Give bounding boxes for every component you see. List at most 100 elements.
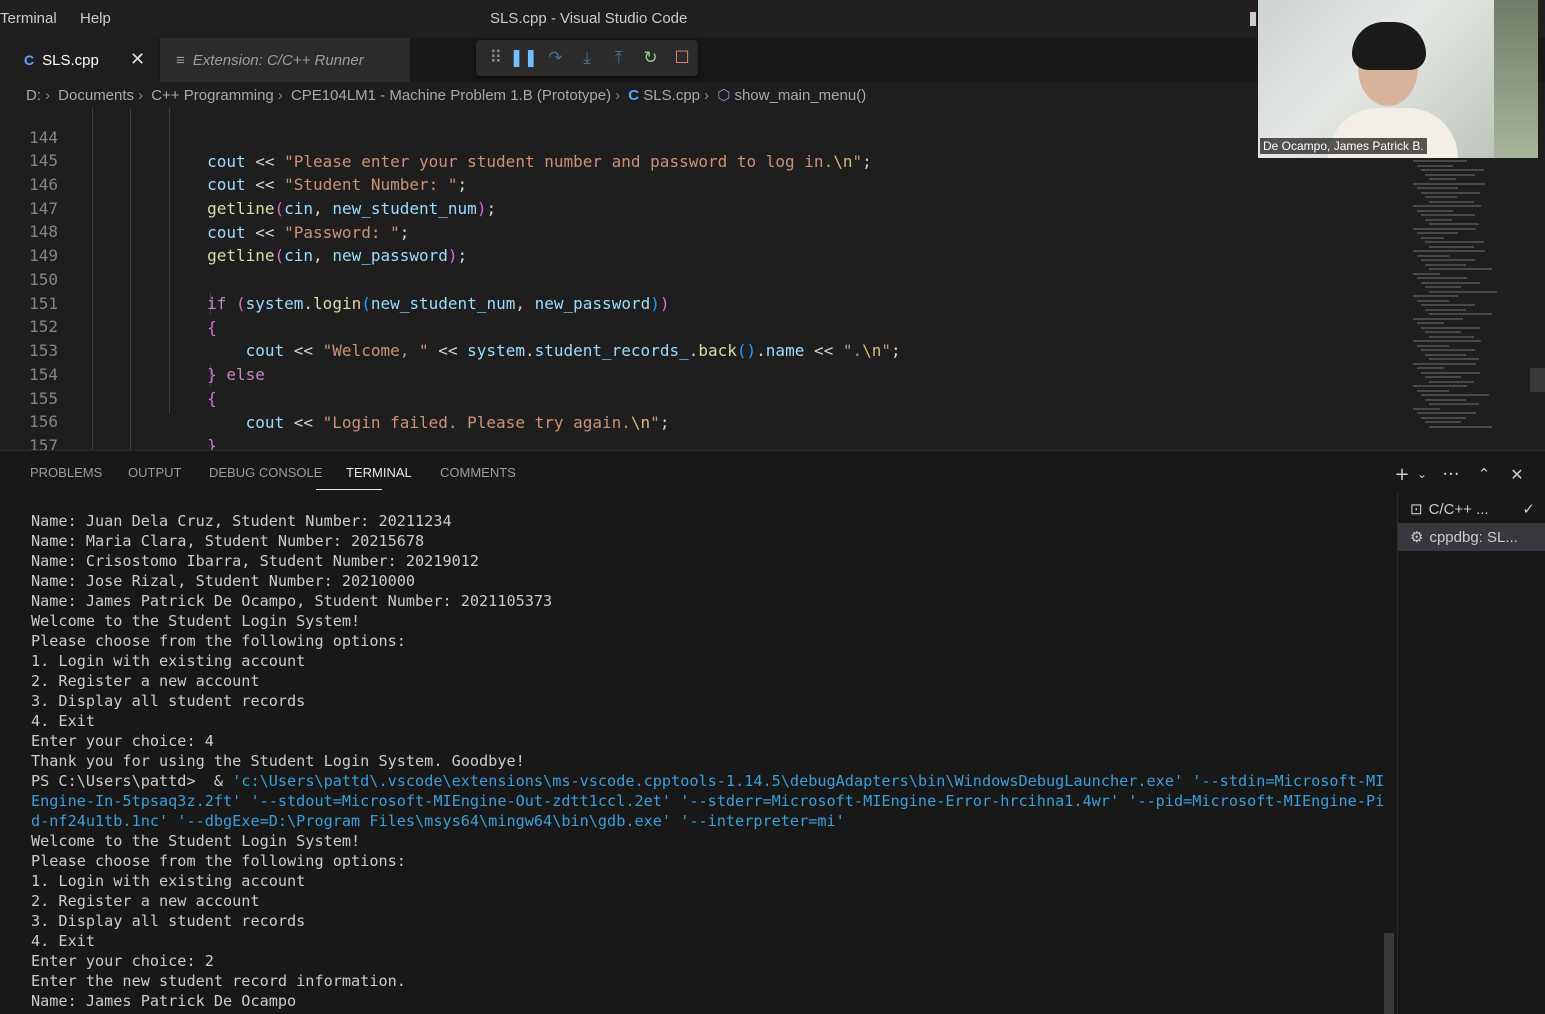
more-actions-icon[interactable]: ··· [1432, 464, 1470, 485]
step-over-icon[interactable]: ↷ [539, 44, 571, 72]
minimap[interactable] [1405, 160, 1525, 440]
active-tab-indicator [316, 489, 382, 490]
minimap-line [1417, 389, 1449, 392]
minimap-line [1417, 254, 1449, 257]
minimap-line [1429, 425, 1492, 428]
check-icon: ✓ [1522, 501, 1535, 518]
terminal-line: Thank you for using the Student Login Sy… [31, 752, 525, 770]
code-line: 148 getline(cin, new_password); [29, 222, 468, 265]
minimap-line [1413, 250, 1485, 252]
extension-icon: ≡ [176, 51, 185, 69]
editor-scrollbar[interactable] [1530, 108, 1545, 450]
step-out-icon[interactable]: ⤒ [603, 44, 635, 72]
terminal-line: Name: James Patrick De Ocampo, Student N… [31, 592, 553, 610]
breadcrumb-item[interactable]: D: [26, 87, 41, 104]
bottom-panel: PROBLEMS OUTPUT DEBUG CONSOLE TERMINAL C… [0, 450, 1545, 1014]
pause-icon[interactable]: ❚❚ [508, 44, 540, 72]
close-icon[interactable]: ✕ [130, 49, 145, 70]
minimap-line [1417, 277, 1467, 279]
terminal-line: Name: Maria Clara, Student Number: 20215… [31, 532, 425, 550]
minimap-line [1417, 209, 1453, 212]
minimap-line [1421, 281, 1480, 284]
minimap-line [1413, 295, 1458, 297]
step-into-icon[interactable]: ⤓ [571, 44, 603, 72]
cpp-file-icon: C [24, 52, 35, 68]
minimap-line [1421, 394, 1489, 396]
tab-output[interactable]: OUTPUT [128, 465, 181, 480]
breadcrumb-item[interactable]: CPE104LM1 - Machine Problem 1.B (Prototy… [291, 87, 611, 104]
code-editor[interactable]: 144 cout << "Please enter your student n… [0, 108, 1530, 450]
minimap-line [1429, 313, 1492, 315]
code-line: 145 cout << "Student Number: "; [29, 151, 468, 194]
tab-label: SLS.cpp [42, 51, 99, 69]
code-line: 157 } [29, 436, 58, 450]
breadcrumb-item[interactable]: Documents [58, 87, 134, 104]
minimap-line [1429, 335, 1474, 338]
terminal-line: 1. Login with existing account [31, 872, 306, 890]
terminal-line: Welcome to the Student Login System! [31, 612, 361, 630]
cpp-file-icon: C [628, 87, 640, 104]
terminal-line: Name: Crisostomo Ibarra, Student Number:… [31, 552, 480, 570]
code-line: 149 [29, 246, 58, 265]
minimap-line [1413, 362, 1476, 365]
minimap-line [1429, 178, 1456, 180]
chevron-right-icon: › [615, 87, 621, 104]
minimap-line [1421, 236, 1444, 239]
drag-handle-icon[interactable]: ⠿ [484, 44, 508, 72]
tab-problems[interactable]: PROBLEMS [30, 465, 102, 480]
menu-terminal[interactable]: Terminal [0, 10, 57, 27]
panel-actions: + ⌄ ··· ⌃ ✕ [1392, 461, 1536, 487]
minimap-line [1421, 349, 1475, 351]
minimap-line [1413, 272, 1440, 275]
code-line: 144 cout << "Please enter your student n… [29, 128, 872, 171]
breadcrumb: D: › Documents › C++ Programming › CPE104LM… [26, 86, 866, 106]
terminal-list-item[interactable]: ⊡ C/C++ ... ✓ [1398, 495, 1545, 523]
terminal-output[interactable]: Name: Juan Dela Cruz, Student Number: 20… [31, 511, 1384, 1011]
restart-icon[interactable]: ↻ [635, 44, 667, 72]
window-control[interactable] [1250, 12, 1256, 26]
code-line: 146 getline(cin, new_student_num); [29, 175, 497, 218]
tab-terminal[interactable]: TERMINAL [346, 465, 412, 480]
tab-comments[interactable]: COMMENTS [440, 465, 516, 480]
minimap-line [1413, 317, 1463, 320]
menu-help[interactable]: Help [80, 10, 111, 27]
tab-extension-runner[interactable]: ≡ Extension: C/C++ Runner [160, 38, 410, 82]
terminal-command: 'c:\Users\pattd\.vscode\extensions\ms-vs… [232, 772, 1385, 790]
minimap-line [1429, 268, 1492, 270]
terminal-command: d-nf24u1tb.1nc' '--dbgExe=D:\Program Fil… [31, 812, 845, 830]
minimap-line [1425, 308, 1466, 311]
terminal-scrollbar-thumb[interactable] [1384, 933, 1394, 1014]
tab-debug-console[interactable]: DEBUG CONSOLE [209, 465, 322, 480]
minimap-line [1417, 299, 1449, 302]
breadcrumb-item[interactable]: C++ Programming [151, 87, 274, 104]
code-line: 156 } [29, 412, 217, 450]
terminal-line: Name: James Patrick De Ocampo [31, 992, 297, 1010]
minimap-line [1425, 353, 1466, 356]
minimap-line [1413, 160, 1467, 162]
minimap-line [1413, 205, 1481, 207]
minimap-line [1429, 380, 1474, 383]
breadcrumb-item[interactable]: SLS.cpp [643, 87, 700, 104]
terminal-list: ⊡ C/C++ ... ✓ ⚙ cppdbg: SL... [1397, 493, 1545, 1014]
stop-icon[interactable]: ☐ [666, 44, 698, 72]
chevron-right-icon: › [138, 87, 144, 104]
tab-sls-cpp[interactable]: C SLS.cpp ✕ [0, 38, 158, 82]
background-plant [1494, 0, 1538, 158]
maximize-panel-icon[interactable]: ⌃ [1470, 465, 1498, 483]
chevron-down-icon[interactable]: ⌄ [1412, 467, 1432, 481]
chevron-right-icon: › [277, 87, 283, 104]
editor-scrollbar-thumb[interactable] [1530, 368, 1545, 392]
terminal-list-item[interactable]: ⚙ cppdbg: SL... [1398, 523, 1545, 551]
minimap-line [1425, 331, 1461, 333]
minimap-line [1417, 322, 1444, 324]
code-line: 154 { [29, 365, 217, 408]
chevron-right-icon: › [704, 87, 710, 104]
window-title: SLS.cpp - Visual Studio Code [490, 10, 688, 27]
add-terminal-icon[interactable]: + [1392, 464, 1412, 485]
close-panel-icon[interactable]: ✕ [1498, 465, 1536, 484]
breadcrumb-item[interactable]: show_main_menu() [734, 87, 866, 104]
code-line: 153 } else [29, 341, 265, 384]
webcam-video: De Ocampo, James Patrick B. [1258, 0, 1538, 158]
minimap-line [1421, 169, 1484, 171]
terminal-line: 3. Display all student records [31, 692, 306, 710]
